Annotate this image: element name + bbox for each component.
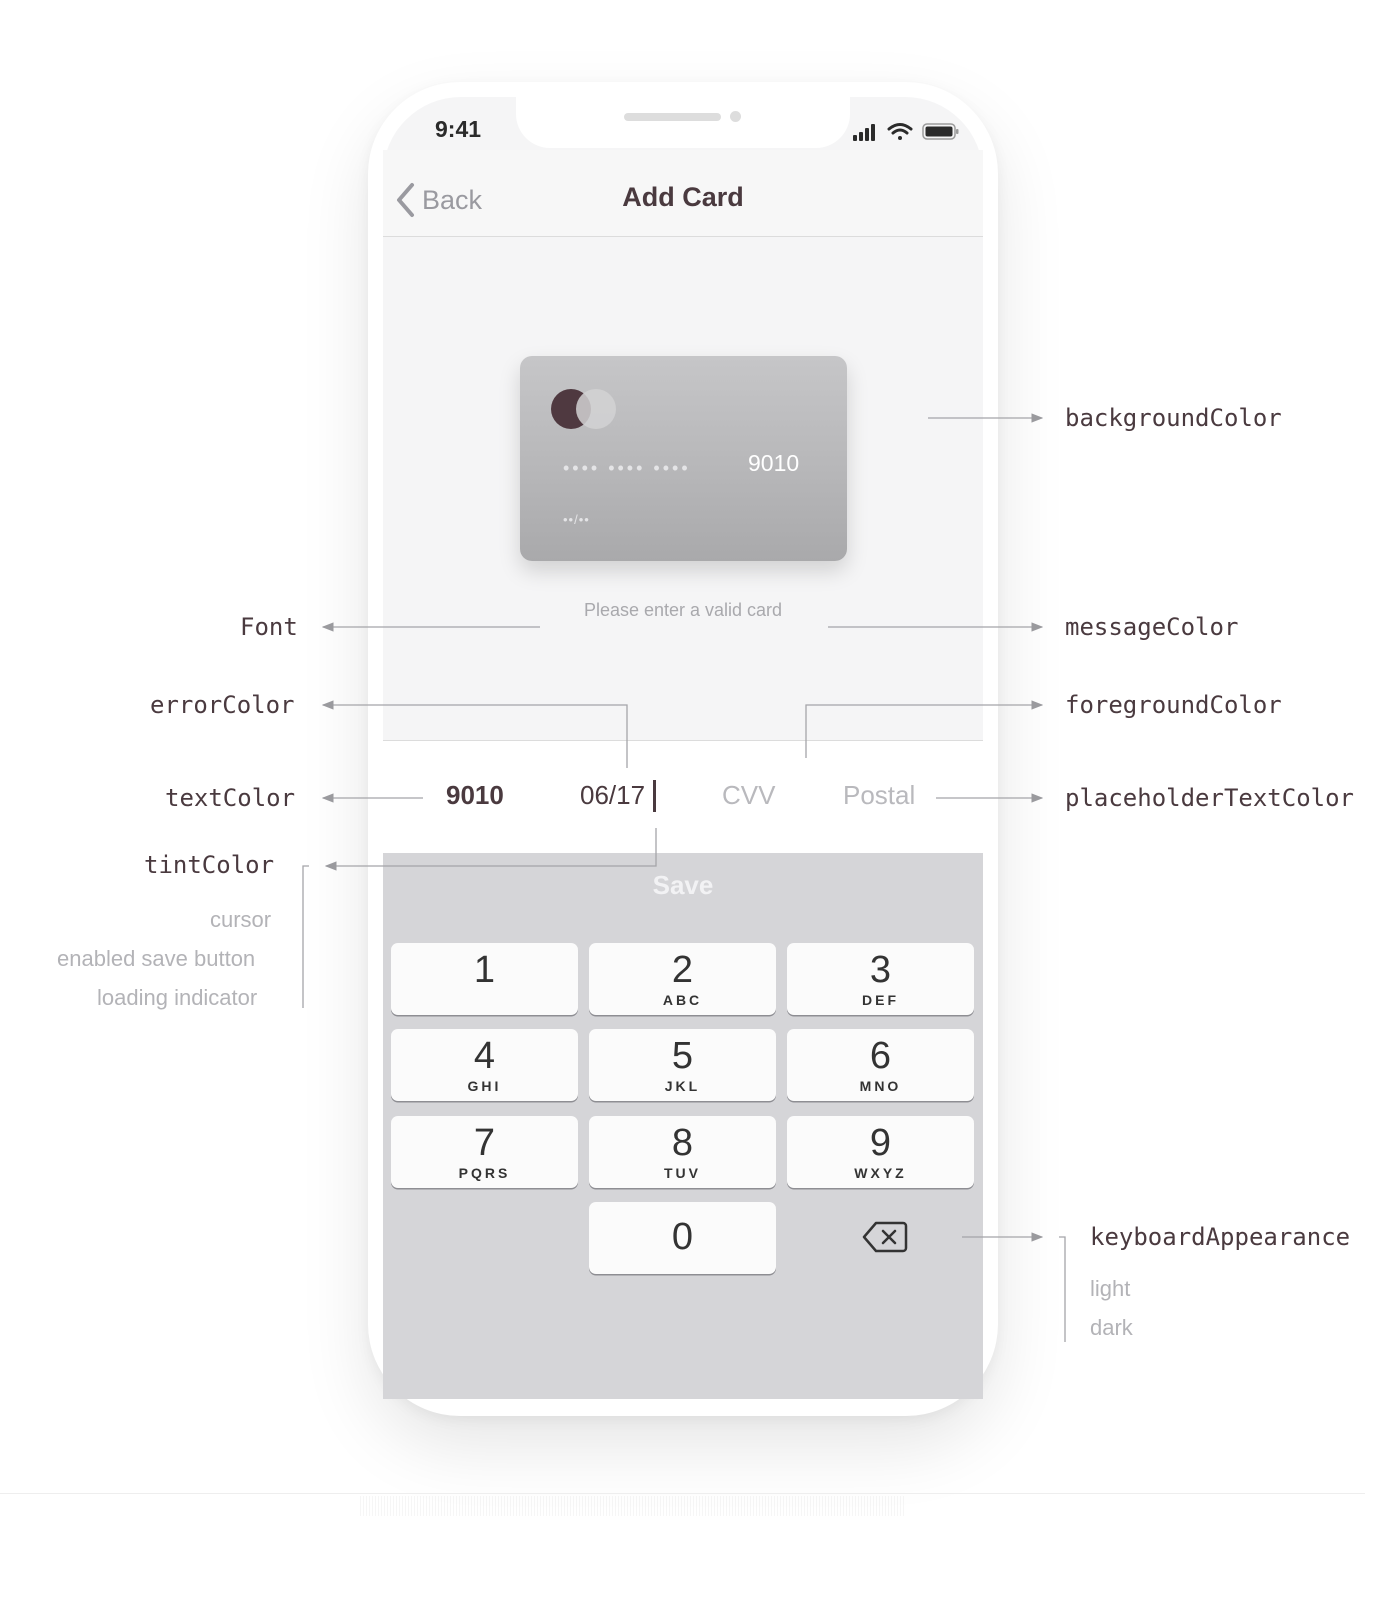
wifi-icon (887, 123, 913, 140)
annotation-background-color: backgroundColor (1065, 404, 1282, 432)
key-0[interactable]: 0 (589, 1202, 776, 1274)
front-camera (730, 111, 741, 122)
key-digit: 6 (869, 1035, 892, 1077)
cvv-field[interactable]: CVV (722, 780, 775, 811)
back-button[interactable]: Back (394, 180, 482, 220)
key-letters: DEF (862, 992, 899, 1008)
annotation-message-color: messageColor (1065, 613, 1239, 641)
key-letters: GHI (467, 1078, 502, 1094)
key-letters: MNO (859, 1078, 902, 1094)
page-title: Add Card (622, 182, 744, 212)
key-9[interactable]: 9 WXYZ (787, 1116, 974, 1188)
card-brand-logo-overlay (576, 389, 616, 429)
key-digit: 8 (671, 1122, 694, 1164)
key-letters: WXYZ (854, 1165, 907, 1181)
chevron-left-icon (397, 183, 414, 217)
postal-field[interactable]: Postal (843, 780, 915, 811)
annotation-tint-color: tintColor (144, 851, 275, 879)
card-masked-number: •••• •••• •••• (563, 458, 691, 478)
key-digit: 3 (869, 949, 892, 991)
key-7[interactable]: 7 PQRS (391, 1116, 578, 1188)
key-letters: ABC (662, 992, 703, 1008)
key-digit: 1 (473, 949, 496, 991)
key-digit: 2 (671, 949, 694, 991)
annotation-placeholder-text-color: placeholderTextColor (1065, 784, 1354, 812)
key-digit: 0 (671, 1216, 694, 1258)
key-digit: 4 (473, 1035, 496, 1077)
signal-icon (853, 124, 875, 141)
floor-line (0, 1493, 1365, 1494)
annotation-tint-item: cursor (210, 907, 272, 932)
text-cursor (653, 780, 656, 812)
card-masked-expiry: ••/•• (563, 512, 590, 527)
key-letters: TUV (664, 1165, 701, 1181)
annotation-keyboard-appearance: keyboardAppearance (1090, 1223, 1351, 1251)
annotation-text-color: textColor (165, 784, 296, 812)
status-icons (853, 123, 959, 141)
delete-icon[interactable] (862, 1220, 908, 1254)
annotation-keyboard-item: dark (1090, 1315, 1133, 1340)
save-button[interactable]: Save (383, 870, 983, 901)
key-4[interactable]: 4 GHI (391, 1029, 578, 1101)
key-digit: 7 (473, 1122, 496, 1164)
annotation-keyboard-item: light (1090, 1276, 1131, 1301)
key-digit: 9 (869, 1122, 892, 1164)
key-5[interactable]: 5 JKL (589, 1029, 776, 1101)
back-label: Back (422, 184, 483, 215)
annotation-foreground-color: foregroundColor (1065, 691, 1282, 719)
floor-shadow (360, 1496, 905, 1516)
key-letters: JKL (664, 1078, 701, 1094)
key-1[interactable]: 1 (391, 943, 578, 1015)
key-letters: PQRS (458, 1165, 511, 1181)
annotation-font: Font (240, 613, 298, 641)
key-8[interactable]: 8 TUV (589, 1116, 776, 1188)
status-time: 9:41 (435, 116, 482, 142)
key-3[interactable]: 3 DEF (787, 943, 974, 1015)
annotation-tint-item: enabled save button (57, 946, 256, 971)
battery-icon (922, 123, 959, 140)
annotation-tint-item: loading indicator (97, 985, 258, 1010)
expiry-field[interactable]: 06/17 (580, 780, 645, 811)
key-6[interactable]: 6 MNO (787, 1029, 974, 1101)
card-last4: 9010 (748, 450, 800, 476)
speaker (624, 113, 721, 121)
annotation-error-color: errorColor (150, 691, 295, 719)
validation-message: Please enter a valid card (583, 600, 783, 620)
key-2[interactable]: 2 ABC (589, 943, 776, 1015)
key-digit: 5 (671, 1035, 694, 1077)
card-number-field[interactable]: 9010 (446, 780, 504, 811)
